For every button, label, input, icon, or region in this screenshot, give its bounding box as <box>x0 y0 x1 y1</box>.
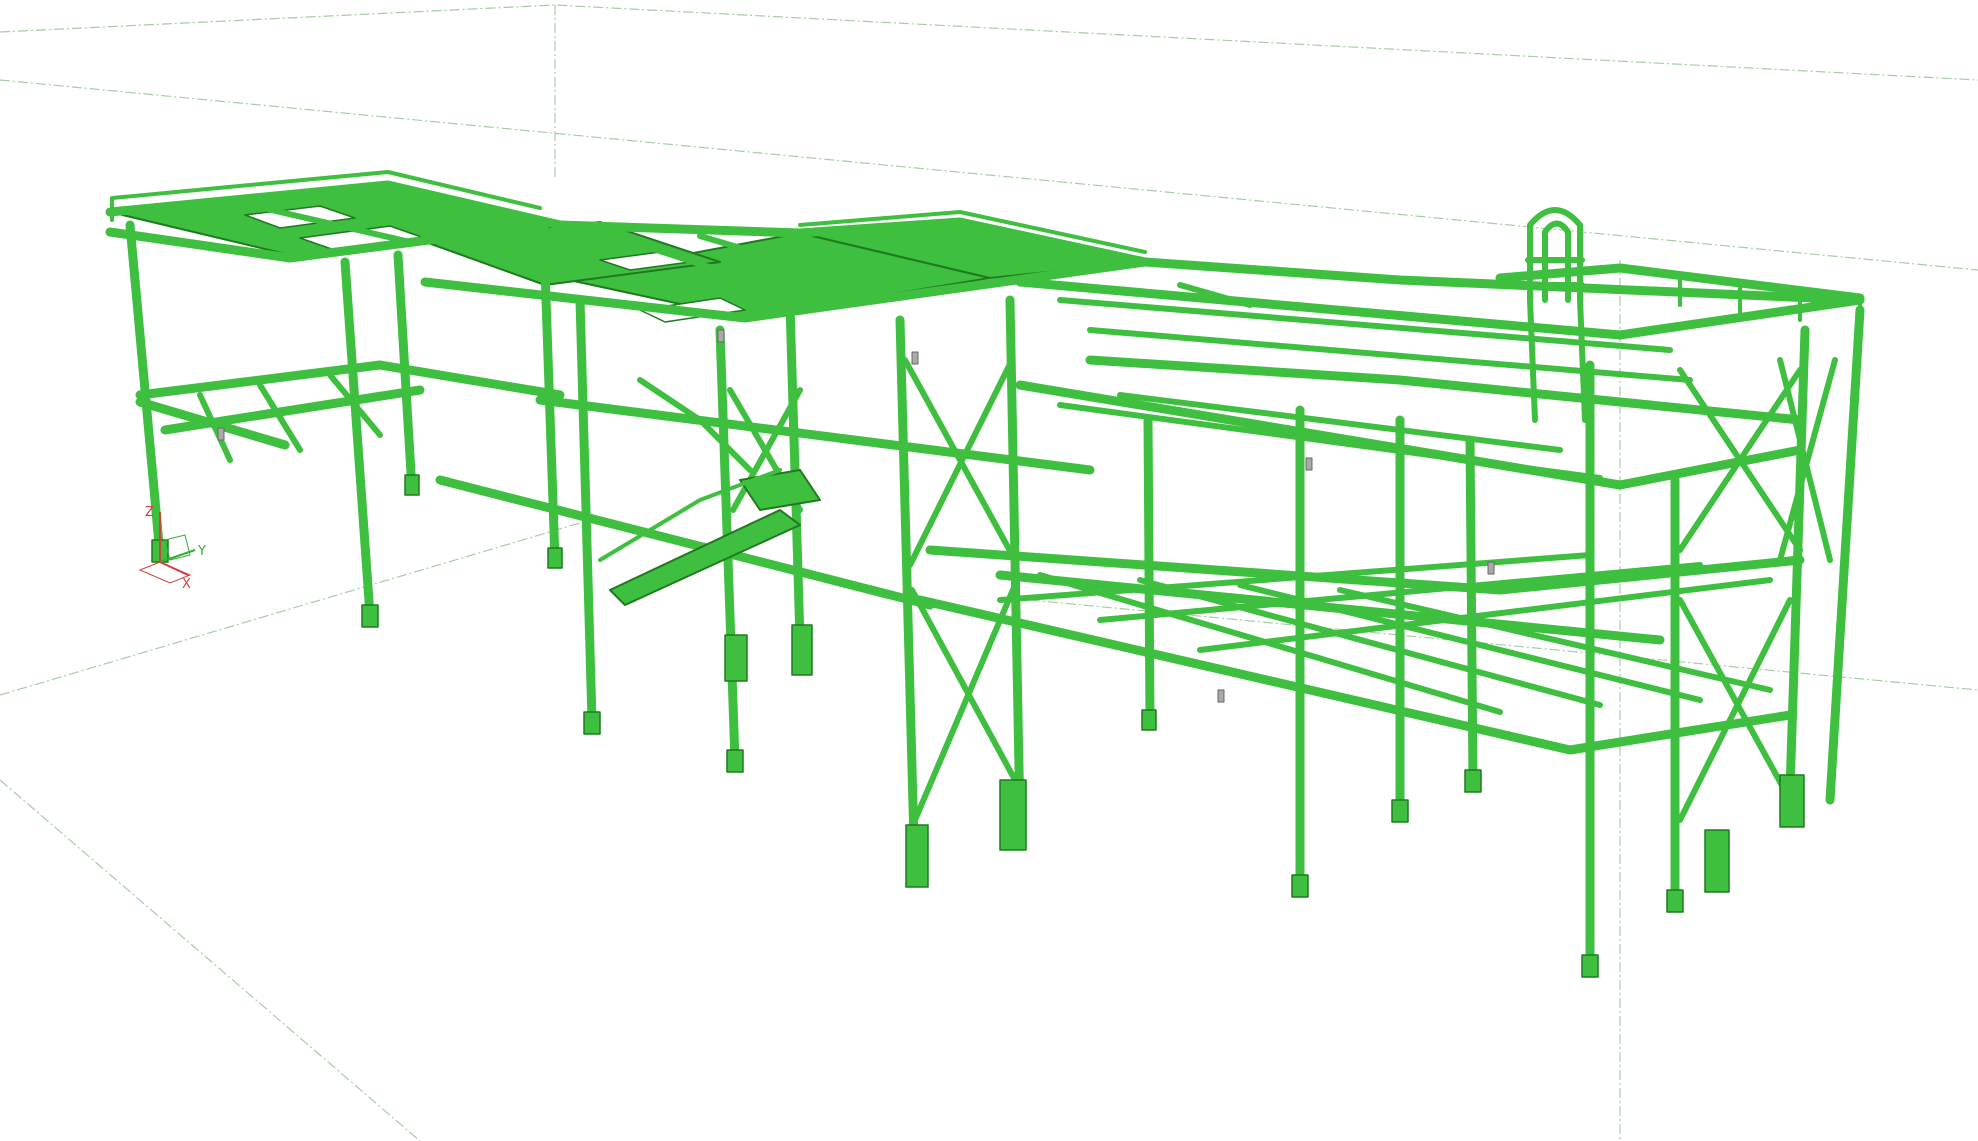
base-plate-4[interactable] <box>547 547 563 569</box>
base-plate-15[interactable] <box>1581 954 1599 978</box>
splice-plate-5 <box>1487 561 1495 575</box>
axis-y-label: Y <box>197 544 206 559</box>
base-plate-2[interactable] <box>361 604 379 628</box>
base-plate-5[interactable] <box>583 711 601 735</box>
column-13[interactable] <box>1465 435 1478 785</box>
base-plate-10[interactable] <box>999 779 1027 851</box>
bounding-box-floor-front <box>0 779 421 1141</box>
splice-plate-2 <box>717 329 725 343</box>
splice-plate-4 <box>1217 689 1225 703</box>
base-plate-8[interactable] <box>791 624 813 676</box>
model-canvas[interactable]: Z Y X <box>0 0 1978 1141</box>
3d-viewport[interactable]: Z Y X <box>0 0 1978 1141</box>
column-17[interactable] <box>1825 305 1865 805</box>
base-plate-18[interactable] <box>1779 774 1805 828</box>
column-5[interactable] <box>575 295 597 725</box>
bounding-box-bottom-left <box>0 519 591 696</box>
base-plate-13[interactable] <box>1391 799 1409 823</box>
splice-plate-6 <box>1305 457 1313 471</box>
column-10[interactable] <box>1143 415 1155 725</box>
base-plate-11[interactable] <box>1141 709 1157 731</box>
base-plate-9[interactable] <box>905 824 929 888</box>
splice-plate-1 <box>217 427 225 441</box>
base-plate-14[interactable] <box>1464 769 1482 793</box>
axis-x-label: X <box>182 577 191 592</box>
base-plate-6[interactable] <box>726 749 744 773</box>
beam-right-lower-floor-front[interactable] <box>915 595 1795 755</box>
splice-plate-3 <box>911 351 919 365</box>
base-plate-3[interactable] <box>404 474 420 496</box>
base-plate-7[interactable] <box>724 634 748 682</box>
steel-structure-model[interactable] <box>105 170 1865 978</box>
ladder-cage[interactable] <box>1525 207 1588 423</box>
axis-z-label: Z <box>145 505 154 520</box>
column-4[interactable] <box>540 265 560 565</box>
joist-10[interactable] <box>1057 402 1603 481</box>
base-plate-12[interactable] <box>1291 874 1309 898</box>
axis-triad: Z Y X <box>138 505 206 592</box>
column-2[interactable] <box>340 257 375 620</box>
ladder-rail-left[interactable] <box>1527 297 1538 423</box>
base-plate-16[interactable] <box>1666 889 1684 913</box>
base-plate-17[interactable] <box>1704 829 1730 893</box>
bounding-box-top-back <box>0 4 1978 81</box>
beam-mid-floor-back[interactable] <box>535 395 1095 475</box>
stair-stringer[interactable] <box>609 509 801 606</box>
